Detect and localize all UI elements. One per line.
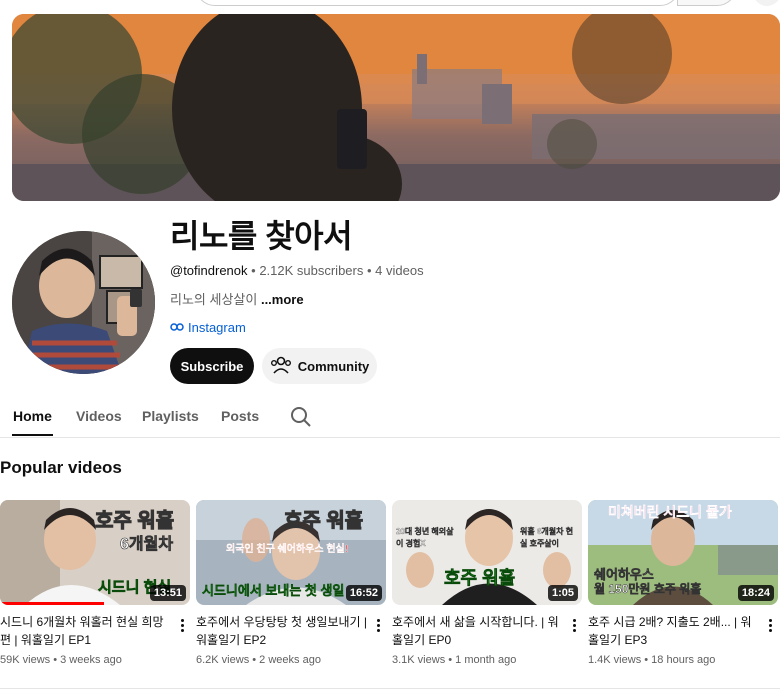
meta-separator: • — [363, 263, 376, 278]
more-vert-icon[interactable] — [174, 615, 190, 635]
video-card[interactable]: 호주 워홀 6개월차 시드니 현실 13:51 시드니 6개월차 워홀러 현실 … — [0, 500, 190, 667]
overlay-text: 외국인 친구 쉐어하우스 현실! — [226, 544, 349, 555]
video-meta: 59K views • 3 weeks ago — [0, 654, 122, 666]
watch-progress-bar — [0, 602, 104, 605]
link-icon — [170, 320, 184, 336]
video-age: 18 hours ago — [651, 654, 716, 666]
overlay-text: 20대 청년 해외살이 경험X — [396, 527, 454, 548]
video-views: 3.1K views — [392, 654, 446, 666]
section-title: Popular videos — [0, 458, 122, 477]
community-icon — [270, 356, 292, 377]
description-text: 리노의 세상살이 — [170, 292, 261, 307]
search-button[interactable] — [677, 0, 737, 6]
video-thumbnail[interactable]: 호주 워홀 외국인 친구 쉐어하우스 현실! 시드니에서 보내는 첫 생일 16… — [196, 500, 386, 605]
channel-meta: @tofindrenok • 2.12K subscribers • 4 vid… — [170, 263, 424, 279]
video-age: 2 weeks ago — [259, 654, 321, 666]
video-age: 3 weeks ago — [60, 654, 122, 666]
video-duration: 18:24 — [737, 585, 774, 601]
channel-banner — [12, 14, 780, 201]
video-duration: 16:52 — [345, 585, 382, 601]
meta-separator: • — [247, 263, 260, 278]
divider — [0, 688, 780, 689]
community-label: Community — [297, 358, 370, 374]
video-age: 1 month ago — [455, 654, 517, 666]
video-duration: 1:05 — [547, 585, 578, 601]
channel-avatar[interactable] — [12, 231, 155, 374]
link-label: Instagram — [188, 320, 246, 335]
overlay-text: 호주 워홀 — [94, 510, 175, 533]
video-title[interactable]: 시드니 6개월차 워홀러 현실 희망편 | 워홀일기 EP1 — [0, 613, 172, 649]
video-title[interactable]: 호주 시급 2배? 지출도 2배... | 워홀일기 EP3 — [588, 613, 760, 649]
instagram-link[interactable]: Instagram — [170, 320, 246, 336]
tab-home[interactable]: Home — [13, 408, 52, 424]
community-button[interactable]: Community — [262, 348, 377, 384]
overlay-text: 6개월차 — [120, 536, 174, 554]
video-views: 59K views — [0, 654, 51, 666]
channel-title: 리노를 찾아서 — [170, 218, 353, 254]
more-vert-icon[interactable] — [566, 615, 582, 635]
video-title[interactable]: 호주에서 새 삶을 시작합니다. | 워홀일기 EP0 — [392, 613, 564, 649]
video-duration: 13:51 — [149, 585, 186, 601]
channel-tabs: Home Videos Playlists Posts — [0, 396, 780, 438]
channel-description[interactable]: 리노의 세상살이 ...more — [170, 292, 304, 308]
voice-search-button[interactable] — [753, 0, 780, 6]
subscriber-count: 2.12K subscribers — [259, 263, 364, 278]
channel-handle: @tofindrenok — [170, 263, 248, 278]
overlay-text: 호주 워홀 — [444, 568, 516, 589]
more-vert-icon[interactable] — [762, 615, 778, 635]
top-bar — [0, 0, 780, 8]
video-views: 6.2K views — [196, 654, 250, 666]
overlay-text: 월 150만원 호주 워홀 — [594, 582, 702, 597]
overlay-text: 시드니에서 보내는 첫 생일 — [202, 583, 345, 598]
video-thumbnail[interactable]: 호주 워홀 6개월차 시드니 현실 13:51 — [0, 500, 190, 605]
video-card[interactable]: 20대 청년 해외살이 경험X 워홀 6개월차 현실 호주살이 호주 워홀 1:… — [392, 500, 582, 667]
video-views: 1.4K views — [588, 654, 642, 666]
video-thumbnail[interactable]: 20대 청년 해외살이 경험X 워홀 6개월차 현실 호주살이 호주 워홀 1:… — [392, 500, 582, 605]
video-title[interactable]: 호주에서 우당탕탕 첫 생일보내기 | 워홀일기 EP2 — [196, 613, 368, 649]
video-thumbnail[interactable]: 미쳐버린 시드니 물가 쉐어하우스 월 150만원 호주 워홀 18:24 — [588, 500, 778, 605]
search-icon[interactable] — [290, 406, 312, 433]
more-vert-icon[interactable] — [370, 615, 386, 635]
overlay-text: 미쳐버린 시드니 물가 — [608, 504, 732, 520]
more-link[interactable]: ...more — [261, 292, 304, 307]
subscribe-button[interactable]: Subscribe — [170, 348, 254, 384]
tab-videos[interactable]: Videos — [76, 408, 122, 424]
video-meta: 1.4K views • 18 hours ago — [588, 654, 716, 666]
overlay-text: 워홀 6개월차 현실 호주살이 — [520, 527, 574, 548]
active-tab-indicator — [12, 434, 53, 436]
video-card[interactable]: 호주 워홀 외국인 친구 쉐어하우스 현실! 시드니에서 보내는 첫 생일 16… — [196, 500, 386, 667]
overlay-text: 호주 워홀 — [283, 510, 364, 533]
search-input[interactable] — [195, 0, 680, 6]
video-meta: 6.2K views • 2 weeks ago — [196, 654, 321, 666]
video-card[interactable]: 미쳐버린 시드니 물가 쉐어하우스 월 150만원 호주 워홀 18:24 호주… — [588, 500, 778, 667]
video-count: 4 videos — [375, 263, 424, 278]
video-meta: 3.1K views • 1 month ago — [392, 654, 517, 666]
tab-playlists[interactable]: Playlists — [142, 408, 199, 424]
tab-posts[interactable]: Posts — [221, 408, 259, 424]
